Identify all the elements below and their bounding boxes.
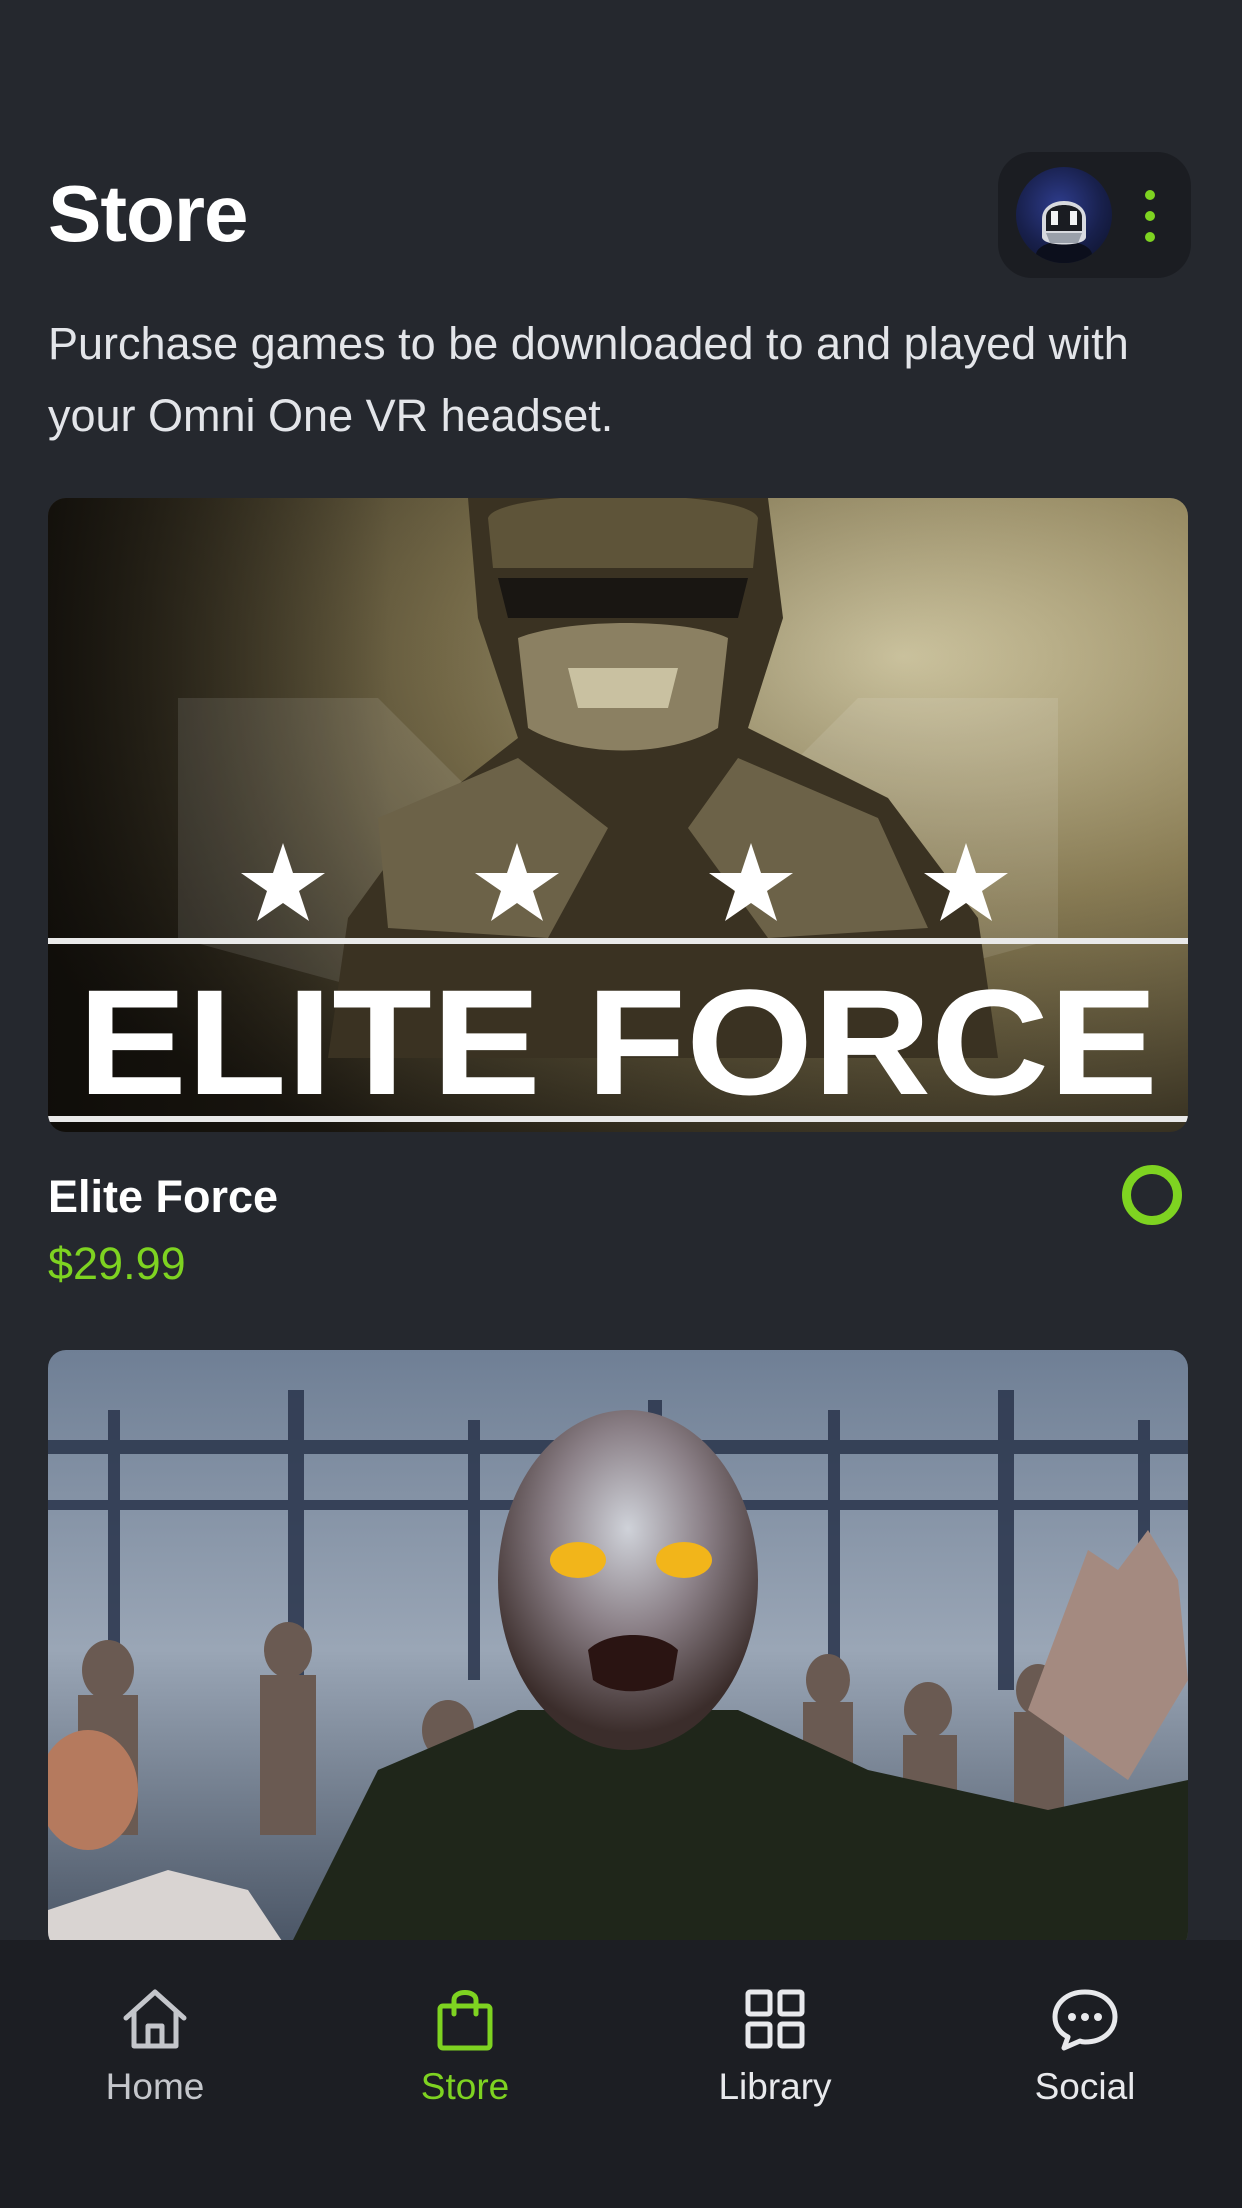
shopping-bag-icon bbox=[437, 1990, 493, 2051]
game-title[interactable]: Elite Force bbox=[48, 1171, 278, 1223]
game-banner-zombie[interactable] bbox=[48, 1350, 1188, 1950]
nav-label-home: Home bbox=[105, 2066, 205, 2107]
profile-menu-pill[interactable] bbox=[998, 152, 1191, 278]
kebab-menu-icon[interactable] bbox=[1144, 190, 1156, 242]
grid-icon bbox=[745, 1989, 805, 2049]
nav-label-store: Store bbox=[420, 2066, 510, 2107]
home-icon bbox=[123, 1989, 187, 2049]
nav-item-store[interactable]: Store bbox=[310, 1940, 620, 2208]
chat-bubble-icon bbox=[1052, 1989, 1118, 2051]
game-banner-elite-force[interactable]: ELITE FORCE bbox=[48, 498, 1188, 1132]
avatar[interactable] bbox=[1016, 167, 1112, 263]
radio-ring-icon[interactable] bbox=[1122, 1165, 1182, 1225]
nav-label-social: Social bbox=[1034, 2066, 1136, 2107]
store-screen: Store Purchase games to be downloaded to… bbox=[0, 0, 1242, 2208]
elite-force-logo-text: ELITE FORCE bbox=[78, 958, 1158, 1126]
bottom-nav: Home Store Library Social bbox=[0, 1940, 1242, 2208]
page-subtitle: Purchase games to be downloaded to and p… bbox=[48, 318, 1129, 441]
zombie-artwork bbox=[48, 1350, 1188, 1950]
nav-item-social[interactable]: Social bbox=[930, 1940, 1240, 2208]
nav-item-home[interactable]: Home bbox=[0, 1940, 310, 2208]
elite-force-artwork: ELITE FORCE bbox=[48, 498, 1188, 1132]
nav-label-library: Library bbox=[718, 2066, 832, 2107]
page-title: Store bbox=[48, 169, 248, 258]
vr-helmet-avatar-icon bbox=[1036, 201, 1092, 263]
game-price: $29.99 bbox=[48, 1238, 186, 1289]
nav-item-library[interactable]: Library bbox=[620, 1940, 930, 2208]
